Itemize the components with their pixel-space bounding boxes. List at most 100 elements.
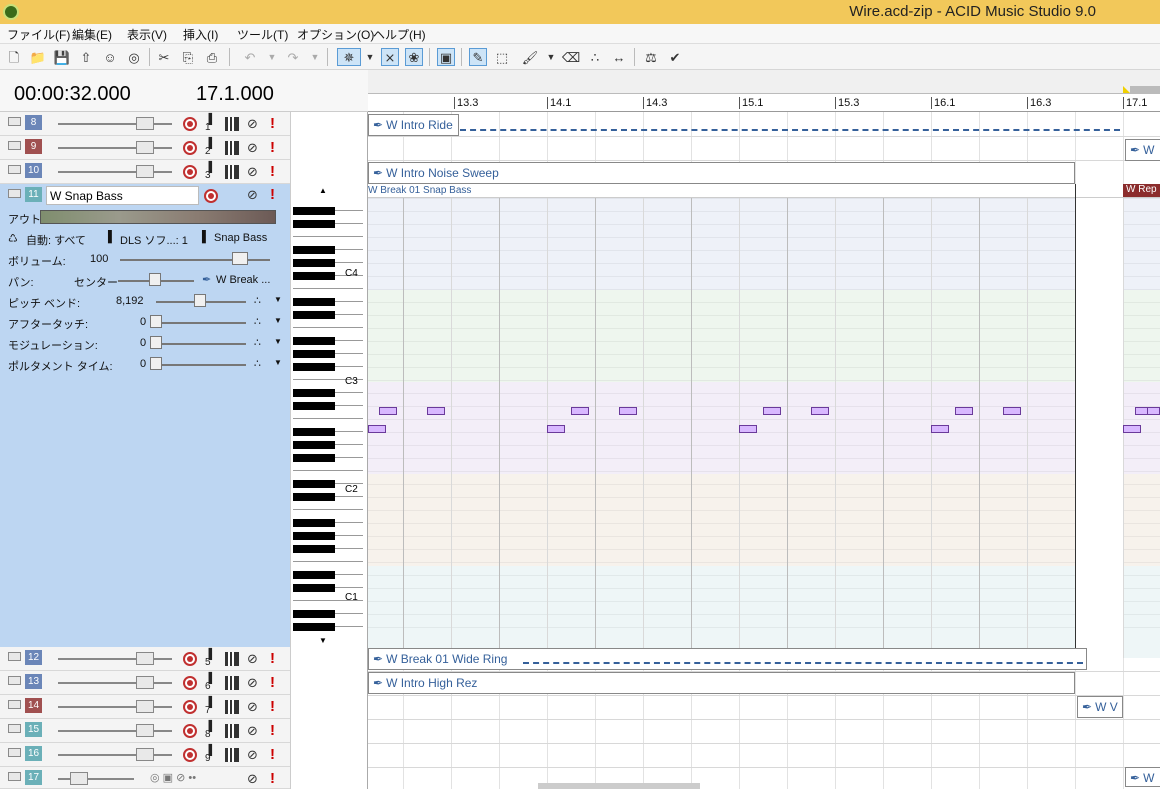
selection-tool-icon[interactable]: ⬚ <box>493 48 511 66</box>
clip-w-v[interactable]: ✒ W V <box>1077 696 1123 718</box>
volume-thumb[interactable] <box>136 141 154 154</box>
menu-tools[interactable]: ツール(T) <box>235 26 290 43</box>
track-minimize-icon[interactable] <box>8 117 21 126</box>
automation-label[interactable]: 自動: すべて <box>26 232 86 248</box>
volume-thumb[interactable] <box>136 676 154 689</box>
track-minimize-icon[interactable] <box>8 748 21 757</box>
piano-keys[interactable]: C4 C3 C2 C1 <box>293 198 363 636</box>
envelope-icon[interactable]: ∴ <box>254 336 261 349</box>
track-header-13[interactable]: 13 ▐ 6 ⊘ ! <box>0 671 290 695</box>
black-key[interactable] <box>293 207 335 215</box>
solo-icon[interactable]: ! <box>270 163 275 180</box>
midi-channel[interactable]: ▐ 3 <box>205 163 212 181</box>
clip-w-9[interactable]: ✒ W <box>1125 139 1160 161</box>
synth-label[interactable]: Snap Bass <box>214 232 267 244</box>
track-header-12[interactable]: 12 ▐ 5 ⊘ ! <box>0 647 290 671</box>
paint-dropdown-icon[interactable]: ▼ <box>542 48 560 66</box>
piano-roll-icon[interactable] <box>225 652 239 666</box>
fx-icon[interactable]: ◎ ▣ ⊘ •• <box>150 771 196 784</box>
loop-playback-icon[interactable]: ▣ <box>437 48 455 66</box>
midi-channel[interactable]: ▐ 6 <box>205 674 212 692</box>
black-key[interactable] <box>293 259 335 267</box>
paint-tool-icon[interactable]: 🖌 <box>521 48 539 66</box>
envelope-icon[interactable]: ∴ <box>254 357 261 370</box>
properties-icon[interactable]: ☺ <box>101 48 119 66</box>
volume-slider[interactable] <box>58 171 172 173</box>
horizontal-scrollbar-thumb[interactable] <box>538 783 700 789</box>
scroll-down-icon[interactable]: ▼ <box>319 636 327 645</box>
volume-thumb[interactable] <box>136 117 154 130</box>
track-minimize-icon[interactable] <box>8 700 21 709</box>
record-arm-icon[interactable] <box>183 748 197 762</box>
piano-roll-icon[interactable] <box>225 141 239 155</box>
timeline-area[interactable]: 13.3 14.1 14.3 15.1 15.3 16.1 16.3 17.1 … <box>368 70 1160 789</box>
envelope-icon[interactable]: ∴ <box>254 294 261 307</box>
solo-icon[interactable]: ! <box>270 698 275 715</box>
marker-bar[interactable] <box>368 70 1160 94</box>
track-minimize-icon[interactable] <box>8 141 21 150</box>
midi-note[interactable] <box>1003 407 1021 415</box>
menu-options[interactable]: オプション(O) <box>295 26 376 43</box>
black-key[interactable] <box>293 389 335 397</box>
track-header-17[interactable]: 17 ◎ ▣ ⊘ •• ⊘ ! <box>0 767 290 789</box>
track-lanes[interactable]: W Break 01 Snap Bass W Rep ✒ W Intro Ride… <box>368 112 1160 789</box>
pan-thumb[interactable] <box>149 273 161 286</box>
solo-icon[interactable]: ! <box>270 722 275 739</box>
record-arm-icon[interactable] <box>183 652 197 666</box>
envelope-icon[interactable]: ∴ <box>254 315 261 328</box>
black-key[interactable] <box>293 493 335 501</box>
menu-insert[interactable]: 挿入(I) <box>181 26 220 43</box>
piano-roll-icon[interactable] <box>225 724 239 738</box>
track-minimize-icon[interactable] <box>8 189 21 198</box>
portamento-thumb[interactable] <box>150 357 162 370</box>
black-key[interactable] <box>293 610 335 618</box>
volume-slider[interactable] <box>58 123 172 125</box>
black-key[interactable] <box>293 623 335 631</box>
midi-channel[interactable]: ▐ 7 <box>205 698 212 716</box>
solo-icon[interactable]: ! <box>270 139 275 156</box>
erase-tool-icon[interactable]: ⌫ <box>562 48 580 66</box>
aftertouch-slider[interactable] <box>152 322 246 324</box>
black-key[interactable] <box>293 519 335 527</box>
track-header-11-expanded[interactable]: 11 W Snap Bass ⊘ ! アウト ♺ 自動: すべて ▐ DLS ソ… <box>0 184 290 658</box>
midi-note[interactable] <box>931 425 949 433</box>
redo-icon[interactable]: ↷ <box>284 48 302 66</box>
track-header-15[interactable]: 15 ▐ 8 ⊘ ! <box>0 719 290 743</box>
track-name-field[interactable]: W Snap Bass <box>46 186 199 205</box>
volume-thumb[interactable] <box>70 772 88 785</box>
black-key[interactable] <box>293 220 335 228</box>
solo-icon[interactable]: ! <box>270 674 275 691</box>
modulation-thumb[interactable] <box>150 336 162 349</box>
record-arm-icon[interactable] <box>183 700 197 714</box>
envelope-dropdown-icon[interactable]: ▼ <box>274 316 282 325</box>
midi-note[interactable] <box>379 407 397 415</box>
midi-channel[interactable]: ▐ 5 <box>205 650 212 668</box>
ripple-edit-icon[interactable]: ❀ <box>405 48 423 66</box>
loop-marker-icon[interactable] <box>1123 86 1130 93</box>
volume-thumb[interactable] <box>136 724 154 737</box>
mute-icon[interactable]: ⊘ <box>247 700 258 714</box>
volume-slider[interactable] <box>58 147 172 149</box>
undo-icon[interactable]: ↶ <box>241 48 259 66</box>
midi-channel[interactable]: ▐ 9 <box>205 746 212 764</box>
record-arm-icon[interactable] <box>183 165 197 179</box>
clip-w-break-01-wide-ring[interactable]: ✒ W Break 01 Wide Ring <box>368 648 1087 670</box>
solo-icon[interactable]: ! <box>270 746 275 763</box>
clip-w-intro-ride[interactable]: ✒ W Intro Ride <box>368 114 459 136</box>
midi-note[interactable] <box>619 407 637 415</box>
midi-note[interactable] <box>955 407 973 415</box>
track-minimize-icon[interactable] <box>8 724 21 733</box>
record-arm-icon[interactable] <box>204 189 218 203</box>
volume-slider[interactable] <box>58 754 172 756</box>
chopper-tool-icon[interactable]: ✔ <box>666 48 684 66</box>
mute-icon[interactable]: ⊘ <box>247 141 258 155</box>
aftertouch-thumb[interactable] <box>150 315 162 328</box>
undo-dropdown-icon[interactable]: ▼ <box>263 48 281 66</box>
black-key[interactable] <box>293 272 335 280</box>
track-header-9[interactable]: 9 ▐ 2 ⊘ ! <box>0 136 290 160</box>
record-arm-icon[interactable] <box>183 141 197 155</box>
solo-icon[interactable]: ! <box>270 770 275 787</box>
piano-roll-icon[interactable] <box>225 700 239 714</box>
clip-reference[interactable]: W Break ... <box>216 274 270 286</box>
clip-header-11[interactable]: W Break 01 Snap Bass W Rep <box>368 184 1160 198</box>
